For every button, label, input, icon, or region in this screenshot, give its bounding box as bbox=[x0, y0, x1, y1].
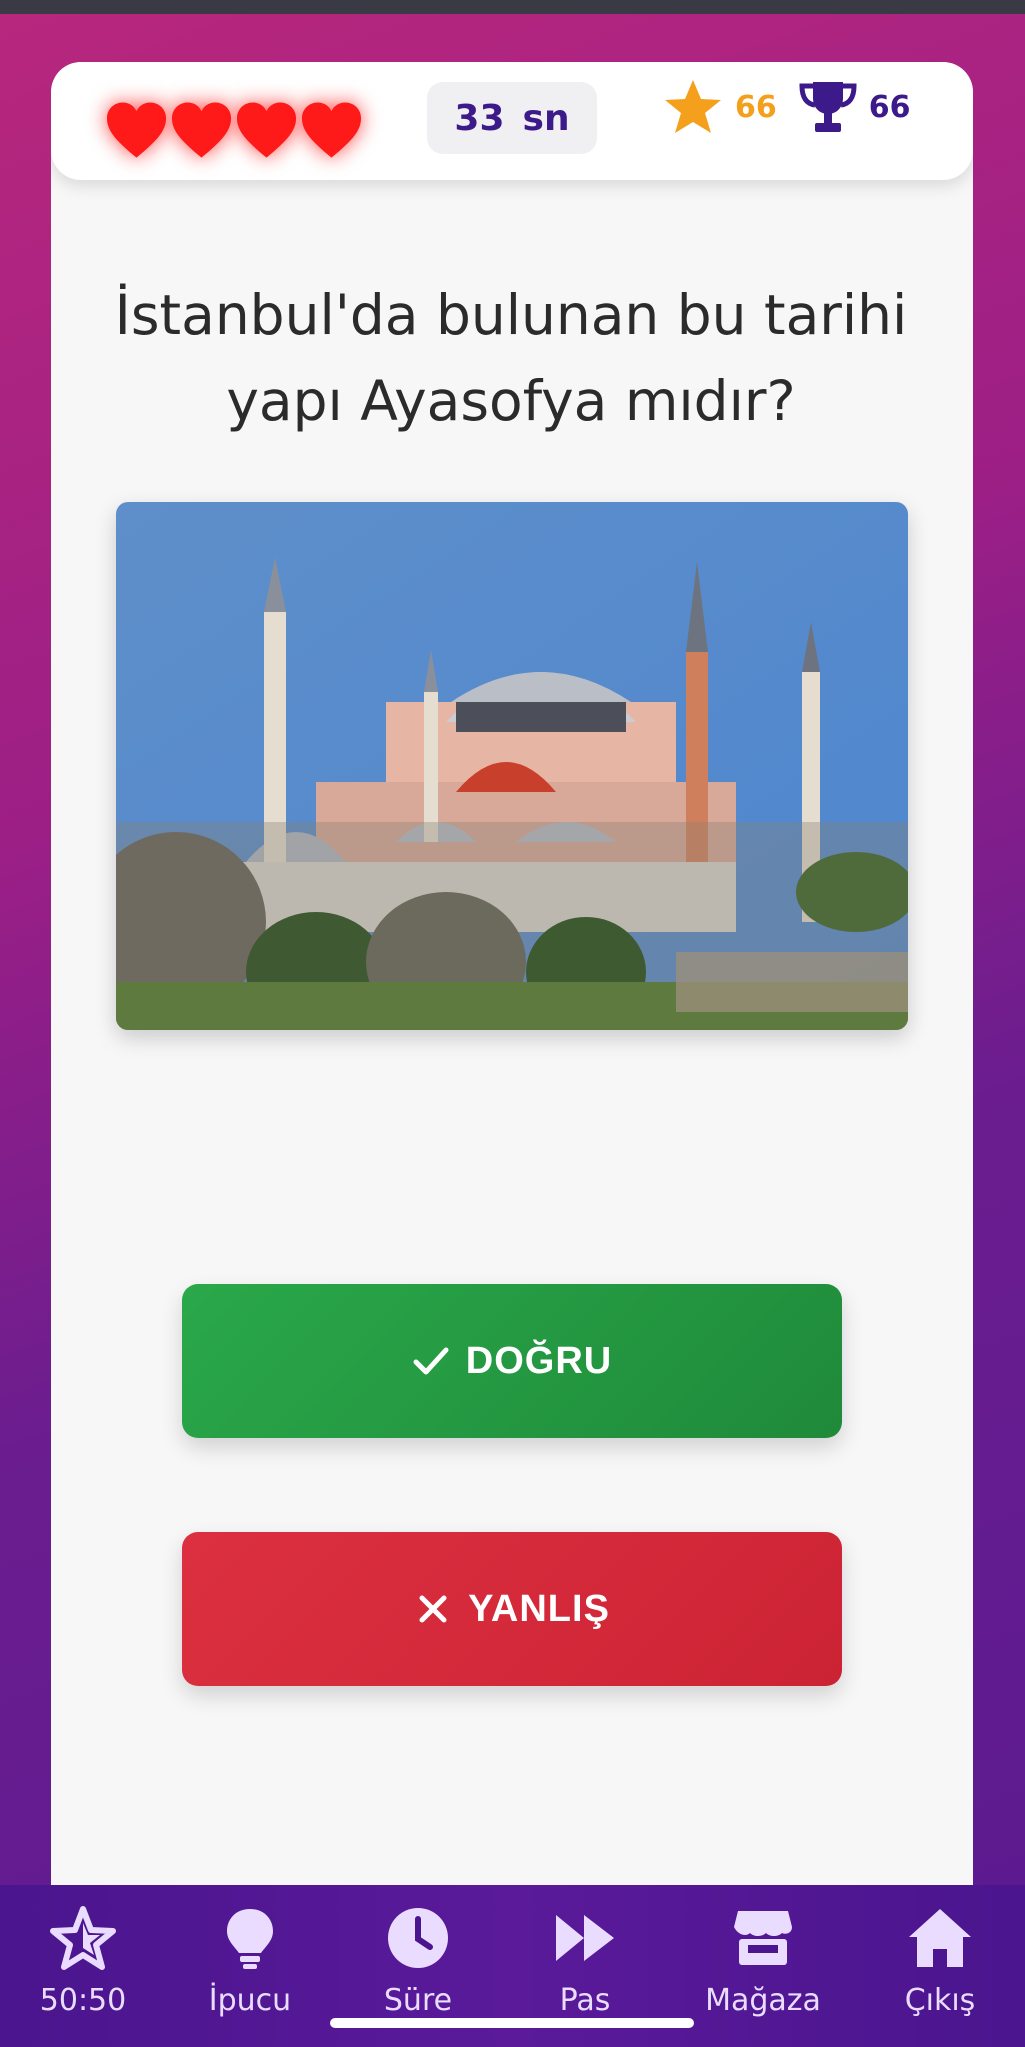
check-icon bbox=[413, 1347, 449, 1375]
question-image bbox=[116, 502, 908, 1030]
nav-label: İpucu bbox=[208, 1983, 292, 2018]
heart-icon bbox=[171, 102, 232, 158]
nav-label: Çıkış bbox=[904, 1983, 976, 2018]
star-icon bbox=[665, 80, 721, 133]
nav-store[interactable]: Mağaza bbox=[688, 1905, 838, 2025]
status-bar bbox=[0, 0, 1025, 14]
timer-unit: sn bbox=[522, 97, 570, 139]
lightbulb-icon bbox=[227, 1909, 273, 1969]
countdown-timer: 33 sn bbox=[427, 82, 597, 154]
nav-fifty-fifty[interactable]: 50:50 bbox=[8, 1905, 158, 2025]
close-icon bbox=[419, 1595, 447, 1623]
nav-pass[interactable]: Pas bbox=[510, 1905, 660, 2025]
nav-label: Pas bbox=[559, 1983, 611, 2018]
nav-exit[interactable]: Çıkış bbox=[865, 1905, 1015, 2025]
fast-forward-icon bbox=[556, 1915, 614, 1961]
heart-icon bbox=[301, 102, 362, 158]
true-answer-button[interactable]: DOĞRU bbox=[182, 1284, 842, 1438]
false-answer-label: YANLIŞ bbox=[468, 1587, 610, 1630]
nav-label: 50:50 bbox=[39, 1983, 127, 2018]
trophy-count: 66 bbox=[868, 89, 911, 125]
clock-icon bbox=[388, 1908, 448, 1968]
game-hud: 33 sn 66 66 bbox=[51, 62, 973, 180]
store-icon bbox=[734, 1911, 792, 1965]
timer-value: 33 bbox=[454, 97, 505, 139]
nav-label: Mağaza bbox=[705, 1983, 821, 2018]
home-icon bbox=[909, 1909, 971, 1967]
nav-label: Süre bbox=[383, 1983, 453, 2018]
trophy-icon bbox=[799, 82, 857, 132]
star-outline-icon bbox=[50, 1906, 116, 1970]
false-answer-button[interactable]: YANLIŞ bbox=[182, 1532, 842, 1686]
heart-icon bbox=[106, 102, 167, 158]
question-text: İstanbul'da bulunan bu tarihi yapı Ayaso… bbox=[114, 283, 908, 433]
true-answer-label: DOĞRU bbox=[465, 1339, 613, 1382]
score-panel: 66 66 bbox=[663, 78, 911, 136]
lives-indicator bbox=[105, 100, 363, 166]
heart-icon bbox=[236, 102, 297, 158]
star-count: 66 bbox=[735, 89, 777, 125]
nav-time[interactable]: Süre bbox=[343, 1905, 493, 2025]
home-indicator[interactable] bbox=[330, 2018, 694, 2028]
nav-hint[interactable]: İpucu bbox=[175, 1905, 325, 2025]
quiz-card: 33 sn 66 66 İstanbul'da bulunan bu tarih… bbox=[51, 62, 973, 1962]
